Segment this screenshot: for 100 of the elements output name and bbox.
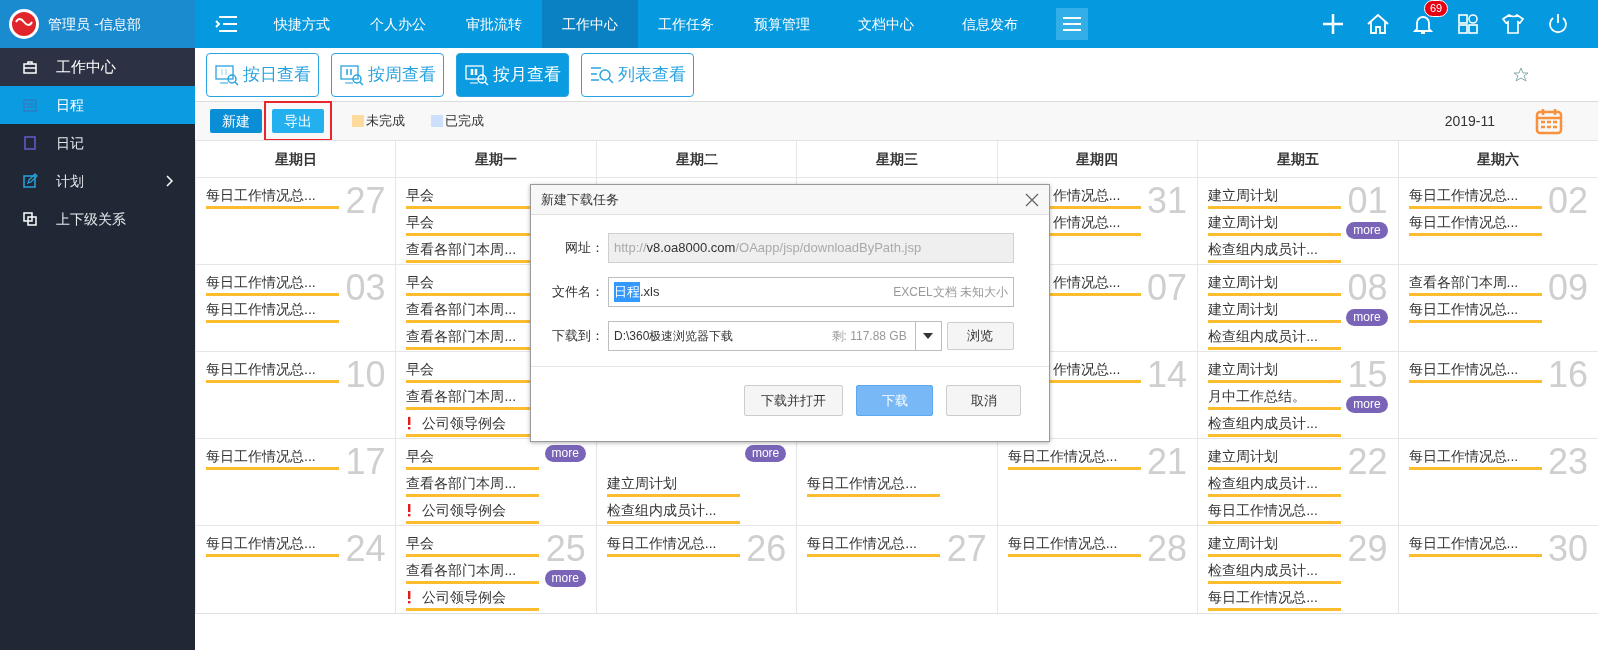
- event-item[interactable]: 每日工作情况总...: [807, 470, 941, 497]
- dialog-button[interactable]: 下载并打开: [744, 385, 843, 416]
- dropdown-button[interactable]: [915, 321, 942, 351]
- event-item[interactable]: 每日工作情况总...: [1408, 296, 1542, 323]
- event-title: 查看各部门本周...: [406, 386, 517, 406]
- menu-icon[interactable]: [215, 15, 239, 33]
- filename-field[interactable]: 日程.xls EXCEL文档 未知大小: [608, 277, 1014, 307]
- event-item[interactable]: 每日工作情况总...: [206, 530, 339, 557]
- event-title: 早会: [406, 446, 435, 466]
- more-badge[interactable]: more: [1346, 396, 1388, 413]
- menu-icon: [1062, 16, 1082, 32]
- event-item[interactable]: 建立周计划: [1208, 209, 1342, 236]
- path-field[interactable]: D:\360极速浏览器下载 剩: 117.88 GB: [608, 321, 916, 351]
- event-item[interactable]: 每日工作情况总...: [1408, 443, 1542, 470]
- weekday-header: 星期四: [1076, 149, 1119, 169]
- event-title: 检查组内成员计...: [606, 500, 717, 520]
- close-icon[interactable]: [1025, 192, 1039, 207]
- event-item[interactable]: 每日工作情况总...: [1208, 497, 1342, 524]
- event-title: 作情况总...: [1052, 272, 1121, 292]
- field-label: 文件名：: [551, 284, 604, 300]
- event-item[interactable]: 建立周计划: [1208, 296, 1342, 323]
- edit-icon: [22, 173, 38, 189]
- more-badge[interactable]: more: [744, 445, 787, 462]
- event-item[interactable]: 每日工作情况总...: [1408, 530, 1542, 557]
- event-title: 建立周计划: [1208, 212, 1279, 232]
- event-item[interactable]: 建立周计划: [1208, 356, 1342, 383]
- event-title: 检查组内成员计...: [1208, 326, 1318, 346]
- event-item[interactable]: 每日工作情况总...: [206, 443, 339, 470]
- event-title: 建立周计划: [1208, 446, 1279, 466]
- legend-label: 未完成: [366, 112, 405, 131]
- event-title: 公司领导例会: [422, 413, 507, 433]
- event-title: 建立周计划: [606, 473, 677, 493]
- event-item[interactable]: 建立周计划: [606, 470, 740, 497]
- event-title: 公司领导例会: [422, 587, 507, 607]
- event-item[interactable]: 检查组内成员计...: [1208, 236, 1342, 263]
- more-badge[interactable]: more: [1346, 222, 1388, 239]
- event-title: 建立周计划: [1208, 359, 1279, 379]
- star-icon[interactable]: [1513, 66, 1529, 83]
- sidebar-item[interactable]: 计划: [0, 162, 195, 200]
- event-item[interactable]: 早会: [406, 530, 540, 557]
- event-item[interactable]: 每日工作情况总...: [1408, 182, 1542, 209]
- event-title: 作情况总...: [1052, 185, 1121, 205]
- event-item[interactable]: 每日工作情况总...: [1208, 584, 1342, 611]
- event-item[interactable]: 公司领导例会: [406, 497, 540, 524]
- event-title: 每日工作情况总...: [206, 185, 316, 205]
- event-item[interactable]: 查看各部门本周...: [1408, 269, 1542, 296]
- more-badge[interactable]: more: [544, 445, 586, 462]
- event-item[interactable]: 每日工作情况总...: [1408, 209, 1542, 236]
- event-item[interactable]: 建立周计划: [1208, 443, 1342, 470]
- event-item[interactable]: 每日工作情况总...: [206, 296, 339, 323]
- more-badge[interactable]: more: [1346, 309, 1388, 326]
- more-badge[interactable]: more: [544, 570, 586, 587]
- event-item[interactable]: 检查组内成员计...: [1208, 323, 1342, 350]
- event-item[interactable]: 每日工作情况总...: [206, 269, 339, 296]
- apps-icon[interactable]: [1455, 12, 1480, 36]
- event-title: 每日工作情况总...: [1408, 299, 1519, 319]
- nav-tab[interactable]: 工作中心: [542, 0, 638, 48]
- browse-button[interactable]: 浏览: [946, 322, 1014, 350]
- calendar-icon[interactable]: [1535, 107, 1563, 135]
- event-title: 每日工作情况总...: [807, 473, 917, 493]
- event-item[interactable]: 早会: [406, 443, 540, 470]
- event-title: 作情况总...: [1052, 212, 1121, 232]
- toolbar-button[interactable]: 新建: [210, 109, 262, 133]
- event-item[interactable]: 检查组内成员计...: [1208, 557, 1342, 584]
- event-item[interactable]: 查看各部门本周...: [406, 470, 540, 497]
- dialog-button[interactable]: 取消: [946, 385, 1021, 416]
- sidebar-item[interactable]: 工作中心: [0, 48, 195, 86]
- event-title: 每日工作情况总...: [606, 533, 717, 553]
- event-item[interactable]: 月中工作总结。: [1208, 383, 1342, 410]
- event-item[interactable]: 建立周计划: [1208, 530, 1342, 557]
- menu-button[interactable]: [1056, 8, 1088, 40]
- plus-icon[interactable]: [1320, 12, 1345, 36]
- sidebar-item[interactable]: 上下级关系: [0, 200, 195, 238]
- calendar-search-icon: [339, 63, 364, 86]
- legend-label: 已完成: [445, 112, 484, 131]
- sidebar-item[interactable]: 日记: [0, 124, 195, 162]
- home-icon[interactable]: [1365, 12, 1390, 36]
- event-title: 每日工作情况总...: [1408, 359, 1519, 379]
- event-item[interactable]: 公司领导例会: [406, 584, 540, 611]
- event-title: 月中工作总结。: [1208, 386, 1307, 406]
- event-item[interactable]: 每日工作情况总...: [1007, 530, 1141, 557]
- event-title: 每日工作情况总...: [1007, 533, 1118, 553]
- weekday-header: 星期五: [1276, 149, 1319, 169]
- event-item[interactable]: 检查组内成员计...: [1208, 470, 1342, 497]
- event-title: 每日工作情况总...: [1208, 587, 1318, 607]
- event-item[interactable]: 每日工作情况总...: [206, 356, 339, 383]
- event-item[interactable]: 检查组内成员计...: [1208, 410, 1342, 437]
- event-item[interactable]: 每日工作情况总...: [1408, 356, 1542, 383]
- event-item[interactable]: 每日工作情况总...: [606, 530, 740, 557]
- event-item[interactable]: 查看各部门本周...: [406, 557, 540, 584]
- event-item[interactable]: 建立周计划: [1208, 269, 1342, 296]
- event-item[interactable]: 建立周计划: [1208, 182, 1342, 209]
- event-title: 建立周计划: [1208, 272, 1279, 292]
- event-item[interactable]: 每日工作情况总...: [206, 182, 339, 209]
- chevron-right-icon: [165, 175, 173, 187]
- shirt-icon[interactable]: [1500, 12, 1525, 36]
- event-item[interactable]: 每日工作情况总...: [807, 530, 941, 557]
- hierarchy-icon: [22, 211, 38, 227]
- url-field: http://v8.oa8000.com/OAapp/jsp/downloadByPath.jsp: [608, 233, 1014, 263]
- event-item[interactable]: 检查组内成员计...: [606, 497, 740, 524]
